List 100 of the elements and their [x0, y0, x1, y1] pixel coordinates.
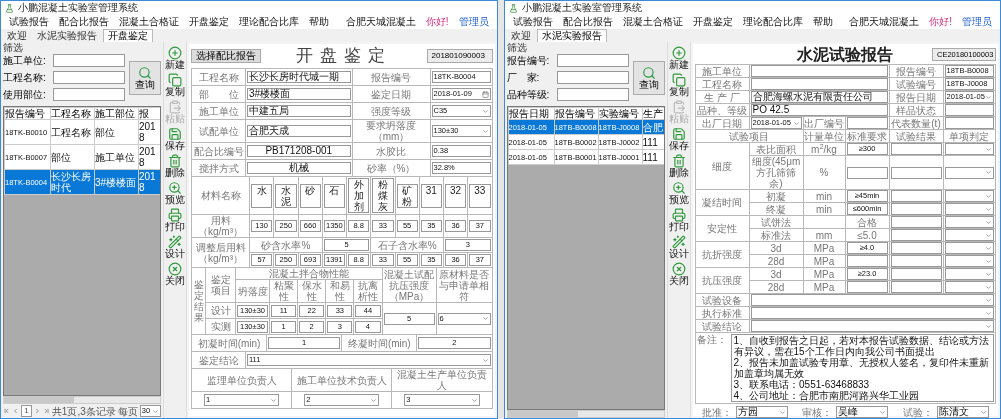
toolbar-button[interactable]: 预览 — [165, 181, 185, 205]
column-header[interactable]: 报告编号 — [554, 107, 598, 120]
dropdown[interactable] — [944, 281, 994, 293]
menu-item[interactable]: 开盘鉴定 — [692, 17, 733, 27]
toolbar-button[interactable]: 复制 — [165, 73, 185, 97]
horizontal-scrollbar[interactable] — [506, 410, 665, 418]
remark-textarea[interactable]: 1、自收到报告之日起，若对本报告试验数据、结论或方法有异议，需在15个工作日内向我公司书面提出 2、报告未加盖试验专用章、无授权人签名，复印件未重新加盖章均属无效 3、联系电话：0551-63468833 4、公司地址：合肥市南肥河路兴华工业园 — [730, 334, 994, 402]
toolbar-button[interactable]: 预览 — [668, 181, 689, 205]
dropdown[interactable] — [944, 190, 994, 202]
column-header[interactable]: 工程名称 — [50, 107, 95, 120]
input-field[interactable] — [556, 88, 629, 101]
select-report-button[interactable]: 选择配比报告 — [191, 49, 261, 63]
menu-item[interactable]: 帮助 — [812, 17, 833, 27]
menu-item[interactable]: 理论配合比库 — [742, 17, 803, 27]
input-field[interactable]: 合肥海螺水泥有限责任公司 — [750, 91, 888, 103]
dropdown[interactable]: 陈清文 — [936, 406, 989, 418]
app-icon — [508, 3, 518, 13]
input-field[interactable] — [846, 117, 888, 129]
toolbar-button[interactable]: 关闭 — [668, 262, 689, 286]
dropdown[interactable] — [944, 268, 994, 280]
menu-item[interactable]: 理论配合比库 — [239, 17, 299, 27]
tab[interactable]: 水泥实验报告 — [536, 29, 607, 42]
input-field[interactable] — [890, 281, 942, 293]
input-field[interactable] — [53, 88, 125, 101]
input-field[interactable] — [890, 242, 942, 254]
menu-item[interactable]: 开盘鉴定 — [189, 17, 229, 27]
dropdown[interactable] — [944, 216, 994, 228]
input-field[interactable] — [890, 190, 942, 202]
menu-item[interactable]: 配合比报告 — [562, 17, 613, 27]
input-field[interactable] — [890, 255, 942, 267]
column-header[interactable]: 报告日期 — [508, 107, 554, 120]
input-field[interactable] — [890, 203, 942, 215]
dropdown[interactable] — [944, 203, 994, 215]
menu-item[interactable]: 试验报告 — [9, 17, 49, 27]
tab[interactable]: 开盘鉴定 — [103, 29, 153, 42]
toolbar-button[interactable]: 删除 — [165, 154, 185, 178]
input-field[interactable] — [890, 268, 942, 280]
input-field[interactable]: 中建五局 — [247, 105, 351, 117]
toolbar-button[interactable]: 打印 — [668, 208, 689, 232]
input-field[interactable] — [556, 71, 629, 84]
column-header[interactable]: 报告编号 — [4, 107, 51, 120]
dropdown[interactable] — [944, 143, 994, 155]
input-field[interactable] — [53, 71, 125, 84]
dropdown[interactable]: 方园 — [735, 406, 788, 418]
query-button[interactable]: 查询 — [129, 60, 161, 95]
toolbar-button[interactable]: 删除 — [668, 154, 689, 178]
column-header[interactable]: 生产 — [642, 107, 664, 120]
input-field[interactable] — [846, 281, 888, 293]
column-header[interactable]: 报 — [138, 107, 160, 120]
menu-item[interactable]: 混凝土合格证 — [622, 17, 683, 27]
dropdown[interactable]: 吴峰 — [836, 406, 889, 418]
horizontal-scrollbar[interactable] — [3, 396, 161, 404]
toolbar-button[interactable]: 设计 — [165, 235, 185, 259]
input-field[interactable]: PB171208-001 — [247, 145, 351, 157]
menu-item[interactable]: 帮助 — [309, 17, 329, 27]
dropdown[interactable] — [944, 166, 994, 179]
dropdown[interactable] — [944, 242, 994, 254]
input-field[interactable]: PO 42.5 — [750, 104, 888, 116]
toolbar-button[interactable]: 设计 — [668, 235, 689, 259]
input-field[interactable]: 合肥天成 — [247, 125, 351, 137]
column-header[interactable]: 实验编号 — [598, 107, 642, 120]
column-header[interactable]: 施工部位 — [94, 107, 139, 120]
toolbar-button[interactable]: 保存 — [668, 127, 689, 151]
menu-item[interactable]: 试验报告 — [512, 17, 553, 27]
toolbar-button[interactable]: 复制 — [668, 73, 689, 97]
input-field[interactable] — [944, 104, 994, 116]
dropdown[interactable] — [750, 294, 994, 306]
dropdown[interactable] — [750, 320, 994, 332]
query-button[interactable]: 查询 — [632, 60, 665, 95]
menu-item[interactable]: 混凝土合格证 — [119, 17, 179, 27]
dropdown[interactable] — [944, 255, 994, 267]
toolbar-button[interactable]: 打印 — [165, 208, 185, 232]
first-page-icon[interactable] — [3, 407, 11, 415]
input-field[interactable] — [53, 54, 125, 67]
field-label: 施工单位 — [191, 102, 246, 120]
input-field[interactable] — [846, 255, 888, 267]
input-field[interactable] — [890, 166, 942, 179]
next-page-icon[interactable] — [33, 407, 41, 415]
previous-page-icon[interactable] — [12, 407, 20, 415]
dropdown[interactable] — [750, 307, 994, 319]
input-field[interactable] — [556, 54, 629, 67]
input-field[interactable]: 机械 — [247, 162, 351, 174]
toolbar-button[interactable]: 新建 — [165, 46, 185, 70]
toolbar-button[interactable]: 关闭 — [165, 262, 185, 286]
input-field[interactable] — [890, 216, 942, 228]
input-field[interactable]: 3#楼楼面 — [247, 88, 351, 100]
toolbar-button[interactable]: 保存 — [165, 127, 185, 151]
input-field[interactable]: 长沙长房时代城一期 — [247, 71, 351, 83]
page-field[interactable]: 1 — [21, 405, 32, 417]
input-field[interactable] — [750, 65, 888, 77]
toolbar-button[interactable]: 新建 — [668, 46, 689, 70]
input-field[interactable] — [750, 78, 888, 90]
last-page-icon[interactable] — [42, 407, 50, 415]
menu-item[interactable]: 配合比报告 — [59, 17, 109, 27]
input-field[interactable] — [890, 229, 942, 241]
input-field[interactable] — [944, 117, 994, 129]
dropdown[interactable] — [944, 229, 994, 241]
input-field[interactable] — [846, 166, 888, 179]
input-field[interactable] — [890, 143, 942, 155]
copy-icon — [168, 73, 182, 87]
